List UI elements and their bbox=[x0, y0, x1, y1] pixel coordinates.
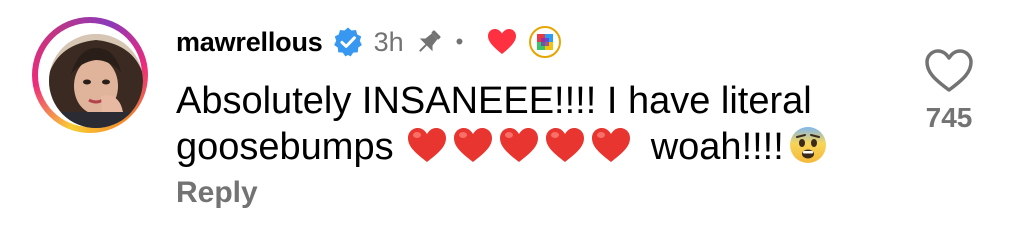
heart-emoji-highlight bbox=[505, 132, 514, 138]
avatar-image bbox=[49, 34, 143, 128]
reply-button[interactable]: Reply bbox=[176, 176, 258, 210]
avatar-story-ring[interactable] bbox=[32, 17, 148, 133]
avatar-ring-gap bbox=[38, 23, 143, 128]
heart-emoji-highlight bbox=[597, 132, 606, 138]
username-link[interactable]: mawrellous bbox=[176, 27, 323, 58]
heart-emoji-row bbox=[408, 128, 631, 162]
heart-emoji-highlight bbox=[551, 132, 560, 138]
separator-dot: • bbox=[455, 29, 464, 54]
heart-emoji bbox=[408, 128, 447, 162]
comment-text: Absolutely INSANEEE!!!! I have literal g… bbox=[176, 78, 896, 176]
fearful-face-emoji bbox=[788, 125, 828, 176]
avatar[interactable] bbox=[49, 34, 143, 128]
heart-outline-icon[interactable] bbox=[924, 48, 974, 94]
comment-header: mawrellous 3h • bbox=[176, 22, 562, 62]
heart-emoji bbox=[454, 128, 493, 162]
heart-emoji bbox=[500, 128, 539, 162]
creator-avatar-icon bbox=[529, 26, 562, 58]
heart-emoji bbox=[592, 128, 631, 162]
heart-emoji-highlight bbox=[459, 132, 468, 138]
comment-timestamp: 3h bbox=[373, 26, 404, 57]
comment-text-after: woah!!!! bbox=[650, 126, 784, 168]
like-count: 745 bbox=[925, 102, 973, 133]
heart-emoji bbox=[546, 128, 585, 162]
pin-icon bbox=[414, 27, 444, 57]
verified-badge-icon bbox=[332, 26, 364, 58]
heart-filled-icon bbox=[487, 28, 517, 56]
heart-emoji-group bbox=[406, 125, 638, 176]
heart-emoji-highlight bbox=[413, 132, 422, 138]
